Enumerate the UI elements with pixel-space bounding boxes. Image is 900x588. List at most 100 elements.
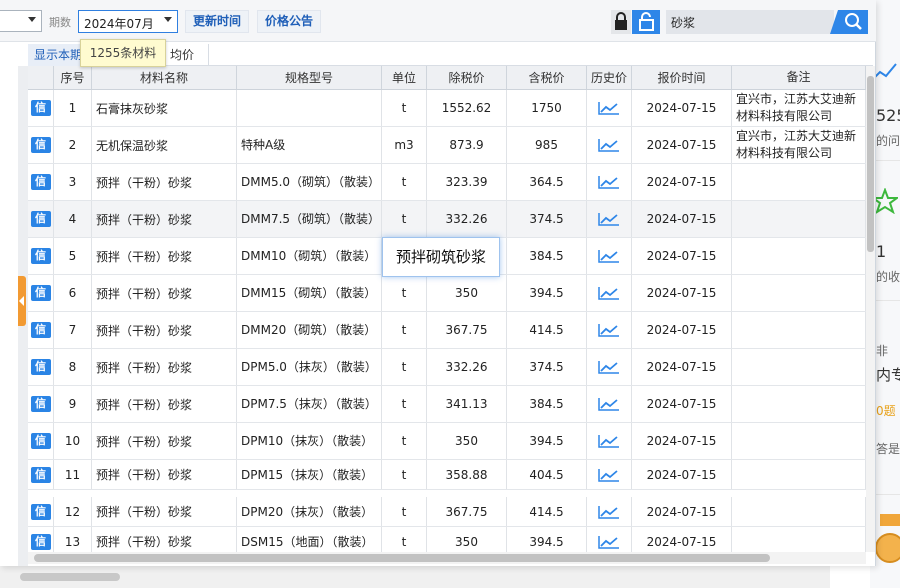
header-date[interactable]: 报价时间 [632,66,732,89]
page-horizontal-scrollbar[interactable] [0,566,830,588]
info-cell: 信 [28,386,54,422]
in-tax-cell: 384.5 [507,238,587,274]
collapse-handle[interactable] [18,276,26,326]
spec-cell: DPM7.5（抹灰）（散装） [237,386,382,422]
table-horizontal-scrollbar[interactable] [28,552,866,564]
header-note[interactable]: 备注 [732,66,866,89]
date-cell: 2024-07-15 [632,527,732,552]
trend-chart-icon[interactable] [598,505,620,519]
price-notice-button[interactable]: 价格公告 [257,10,321,33]
history-cell [587,423,632,459]
date-cell: 2024-07-15 [632,201,732,237]
table-row[interactable]: 信 3 预拌（干粉）砂浆 DMM5.0（砌筑）（散装） t 323.39 364.5 2024… [28,164,866,201]
history-cell [587,460,632,489]
table-row[interactable]: 信 7 预拌（干粉）砂浆 DMM20（砌筑）（散装） t 367.75 414.5 2024-… [28,312,866,349]
trend-chart-icon[interactable] [598,434,620,448]
vertical-scrollbar-thumb[interactable] [867,76,874,252]
header-in-tax[interactable]: 含税价 [507,66,587,89]
info-badge-icon[interactable]: 信 [30,322,51,338]
unit-cell: t [382,90,427,126]
table-vertical-scrollbar[interactable] [866,66,875,552]
header-seq[interactable]: 序号 [54,66,92,89]
spec-cell: DPM15（抹灰）（散装） [237,460,382,489]
trend-chart-icon[interactable] [598,138,620,152]
header-unit[interactable]: 单位 [382,66,427,89]
info-badge-icon[interactable]: 信 [30,248,51,264]
table-row[interactable]: 信 10 预拌（干粉）砂浆 DPM10（抹灰）（散装） t 350 394.5 2024-07… [28,423,866,460]
update-time-button[interactable]: 更新时间 [185,10,249,33]
spec-cell: DMM5.0（砌筑）（散装） [237,164,382,200]
seq-cell: 3 [54,164,92,200]
table-row[interactable]: 信 12 预拌（干粉）砂浆 DPM20（抹灰）（散装） t 367.75 414.5 2024… [28,497,866,527]
header-ex-tax[interactable]: 除税价 [427,66,507,89]
info-badge-icon[interactable]: 信 [30,174,51,190]
tab-show-current[interactable]: 显示本期 [28,44,86,66]
trend-chart-icon[interactable] [598,323,620,337]
info-badge-icon[interactable]: 信 [30,137,51,153]
seq-cell: 1 [54,90,92,126]
spec-cell: DSM15（地面）（散装） [237,527,382,552]
info-badge-icon[interactable]: 信 [30,466,51,483]
trend-chart-icon[interactable] [598,249,620,263]
search-input[interactable] [666,10,834,34]
table-row[interactable]: 信 4 预拌（干粉）砂浆 DMM7.5（砌筑）（散装） t 332.26 374.5 2024… [28,201,866,238]
spec-cell: 特种A级 [237,127,382,163]
page-scrollbar-thumb[interactable] [20,573,120,581]
table-row[interactable]: 信 9 预拌（干粉）砂浆 DPM7.5（抹灰）（散装） t 341.13 384.5 2024… [28,386,866,423]
info-cell: 信 [28,201,54,237]
seq-cell: 12 [54,497,92,526]
trend-chart-icon[interactable] [598,397,620,411]
note-cell [732,238,866,274]
search-button[interactable] [830,10,868,34]
name-cell: 预拌（干粉）砂浆 [92,497,237,526]
info-badge-icon[interactable]: 信 [30,533,51,550]
table-row[interactable]: 信 6 预拌（干粉）砂浆 DMM15（砌筑）（散装） t 350 394.5 2024-07-… [28,275,866,312]
tab-average-price[interactable]: 均价 [163,44,209,66]
trend-chart-icon[interactable] [598,286,620,300]
seq-cell: 2 [54,127,92,163]
trend-chart-icon[interactable] [598,468,620,482]
table-row[interactable]: 信 2 无机保温砂浆 特种A级 m3 873.9 985 2024-07-15 宜兴市，江苏大艾… [28,127,866,164]
note-cell [732,460,866,489]
table-row[interactable]: 信 13 预拌（干粉）砂浆 DSM15（地面）（散装） t 350 394.5 2024-07… [28,527,866,552]
history-cell [587,312,632,348]
header-history[interactable]: 历史价 [587,66,632,89]
in-tax-cell: 364.5 [507,164,587,200]
trend-chart-icon[interactable] [598,212,620,226]
table-row[interactable]: 信 8 预拌（干粉）砂浆 DPM5.0（抹灰）（散装） t 332.26 374.5 2024… [28,349,866,386]
info-badge-icon[interactable]: 信 [30,503,51,520]
info-badge-icon[interactable]: 信 [30,433,51,449]
trend-chart-icon[interactable] [598,535,620,549]
info-badge-icon[interactable]: 信 [30,396,51,412]
trend-chart-icon[interactable] [598,360,620,374]
name-cell: 预拌（干粉）砂浆 [92,201,237,237]
table-row[interactable]: 信 11 预拌（干粉）砂浆 DPM15（抹灰）（散装） t 358.88 404.5 2024… [28,460,866,490]
info-badge-icon[interactable]: 信 [30,285,51,301]
name-cell: 预拌（干粉）砂浆 [92,312,237,348]
period-select[interactable]: 2024年07月 [78,10,178,33]
table-row[interactable]: 信 1 石膏抹灰砂浆 t 1552.62 1750 2024-07-15 宜兴市，江苏大艾迪新… [28,90,866,127]
ex-tax-cell: 873.9 [427,127,507,163]
chevron-down-icon [164,17,172,22]
name-cell: 无机保温砂浆 [92,127,237,163]
info-badge-icon[interactable]: 信 [30,359,51,375]
trend-chart-icon[interactable] [598,175,620,189]
background-text: 内专 [876,366,900,384]
price-table: 序号 材料名称 规格型号 单位 除税价 含税价 历史价 报价时间 备注 信 1 石膏… [28,66,866,552]
date-cell: 2024-07-15 [632,423,732,459]
history-cell [587,127,632,163]
category-select[interactable] [0,10,42,32]
info-badge-icon[interactable]: 信 [30,100,51,116]
in-tax-cell: 374.5 [507,349,587,385]
header-spec[interactable]: 规格型号 [237,66,382,89]
horizontal-scrollbar-thumb[interactable] [34,554,770,562]
seq-cell: 4 [54,201,92,237]
unlock-toggle[interactable] [632,10,660,34]
lock-toggle[interactable] [611,10,631,34]
note-cell [732,275,866,311]
trend-chart-icon[interactable] [598,101,620,115]
header-name[interactable]: 材料名称 [92,66,237,89]
lock-icon [615,12,627,30]
name-cell: 预拌（干粉）砂浆 [92,386,237,422]
info-badge-icon[interactable]: 信 [30,211,51,227]
